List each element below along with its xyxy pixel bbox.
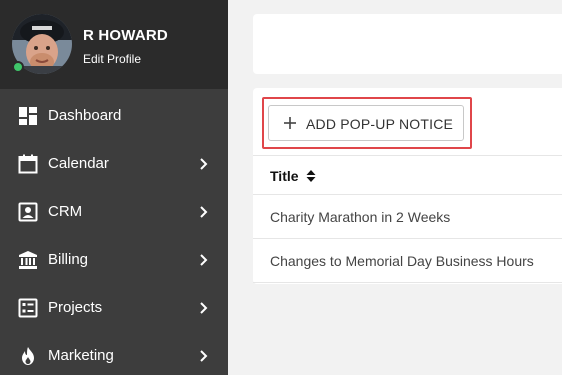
sidebar-item-calendar[interactable]: Calendar (0, 140, 228, 188)
profile-panel: R HOWARD Edit Profile (0, 0, 228, 89)
row-title[interactable]: Charity Marathon in 2 Weeks (270, 209, 450, 225)
sidebar-item-label: Billing (48, 251, 89, 268)
chevron-right-icon (200, 302, 208, 314)
chevron-right-icon (200, 158, 208, 170)
sidebar-item-label: Calendar (48, 155, 109, 172)
sort-icon[interactable] (305, 168, 317, 184)
bank-icon (19, 251, 37, 269)
sidebar-item-label: Dashboard (48, 107, 122, 124)
top-panel (253, 14, 562, 74)
row-title[interactable]: Changes to Memorial Day Business Hours (270, 253, 534, 269)
flame-icon (22, 347, 34, 365)
chevron-right-icon (200, 350, 208, 362)
sidebar-nav: Dashboard Calendar CRM Billing Projects … (0, 92, 228, 375)
sidebar: R HOWARD Edit Profile Dashboard Calendar (0, 0, 228, 375)
table-row[interactable]: Charity Marathon in 2 Weeks (253, 195, 562, 239)
add-button-label: ADD POP-UP NOTICE (306, 116, 454, 132)
column-header-title[interactable]: Title (270, 168, 299, 184)
contact-card-icon (18, 202, 38, 222)
plus-icon (284, 117, 296, 129)
table-row[interactable]: Changes to Memorial Day Business Hours (253, 239, 562, 283)
online-status-indicator (12, 61, 24, 73)
chevron-right-icon (200, 206, 208, 218)
sidebar-item-label: Projects (48, 299, 103, 316)
profile-name: R HOWARD (83, 27, 168, 44)
dashboard-icon (19, 107, 37, 125)
chevron-right-icon (200, 254, 208, 266)
sidebar-item-label: CRM (48, 203, 83, 220)
checklist-icon (18, 298, 38, 318)
add-popup-notice-button[interactable]: ADD POP-UP NOTICE (268, 105, 464, 141)
calendar-icon (18, 154, 38, 174)
sidebar-item-crm[interactable]: CRM (0, 188, 228, 236)
table-header: Title (253, 155, 562, 195)
sidebar-item-dashboard[interactable]: Dashboard (0, 92, 228, 140)
sidebar-item-marketing[interactable]: Marketing (0, 332, 228, 375)
sidebar-item-projects[interactable]: Projects (0, 284, 228, 332)
edit-profile-link[interactable]: Edit Profile (83, 52, 141, 66)
sidebar-item-billing[interactable]: Billing (0, 236, 228, 284)
sidebar-item-label: Marketing (48, 347, 114, 364)
